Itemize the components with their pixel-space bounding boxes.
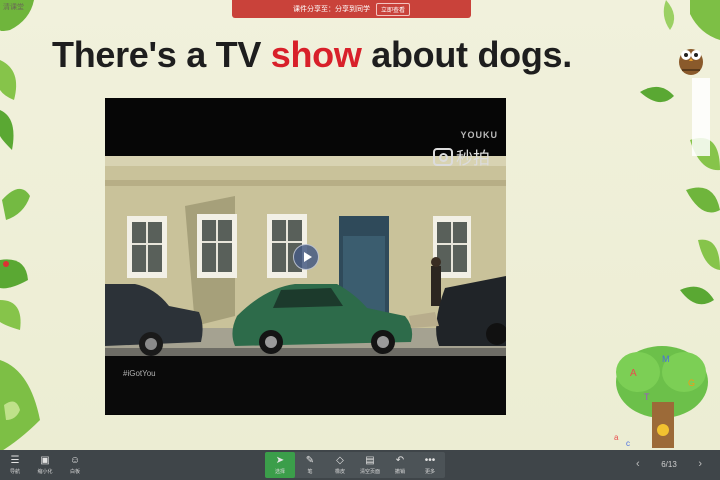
title-highlight: show <box>270 34 362 75</box>
video-player[interactable]: YOUKU 秒拍 #iGotYou <box>105 98 506 415</box>
camera-icon <box>433 147 453 166</box>
minimize-button-label: 缩小化 <box>37 468 53 475</box>
eraser-icon: ◇ <box>336 454 344 466</box>
miaopai-text: 秒拍 <box>456 149 490 168</box>
chevron-right-icon[interactable]: › <box>698 458 702 470</box>
svg-text:G: G <box>688 378 695 388</box>
owl-icon <box>679 49 703 75</box>
svg-text:T: T <box>644 392 650 402</box>
slide-title: There's a TV show about dogs. <box>52 34 572 76</box>
svg-text:M: M <box>662 354 670 364</box>
toolbar-center-group: ➤ 选择 ✎ 笔 ◇ 橡皮 ▤ 清空页面 ↶ 撤销 ••• 更多 <box>265 452 445 478</box>
whiteboard-button[interactable]: ☺ 白板 <box>60 452 90 478</box>
view-now-button[interactable]: 立即查看 <box>375 2 410 16</box>
menu-icon: ☰ <box>10 454 20 466</box>
minimize-button[interactable]: ▣ 缩小化 <box>30 452 60 478</box>
trash-icon: ▤ <box>365 454 375 466</box>
more-icon: ••• <box>424 454 436 466</box>
chevron-left-icon[interactable]: ‹ <box>636 458 640 470</box>
select-tool-label: 选择 <box>274 468 285 475</box>
more-button[interactable]: ••• 更多 <box>415 452 445 478</box>
pen-icon: ✎ <box>305 454 315 466</box>
title-suffix: about dogs. <box>361 34 572 75</box>
miaopai-watermark: 秒拍 <box>433 144 490 169</box>
leaf-decoration-left-icon <box>0 0 40 452</box>
window-corner-label: 清课堂 <box>3 4 24 11</box>
screen-icon: ▣ <box>40 454 50 466</box>
select-tool-button[interactable]: ➤ 选择 <box>265 452 295 478</box>
svg-text:a: a <box>614 433 619 442</box>
video-hashtag: #iGotYou <box>123 369 156 378</box>
clear-page-button[interactable]: ▤ 清空页面 <box>355 452 385 478</box>
svg-text:A: A <box>630 368 637 379</box>
pen-tool-button[interactable]: ✎ 笔 <box>295 452 325 478</box>
tree-illustration-icon: A M G T a c <box>614 346 708 448</box>
face-icon: ☺ <box>69 454 81 466</box>
undo-icon: ↶ <box>395 454 405 466</box>
page-navigator: ‹ 6/13 › <box>630 453 708 475</box>
clear-page-label: 清空页面 <box>359 468 380 475</box>
pen-tool-label: 笔 <box>307 468 313 475</box>
toolbar-left-group: ☰ 导航 ▣ 缩小化 ☺ 白板 <box>0 452 90 478</box>
more-label: 更多 <box>424 468 435 475</box>
title-prefix: There's a TV <box>52 34 271 75</box>
undo-button[interactable]: ↶ 撤销 <box>385 452 415 478</box>
whiteboard-button-label: 白板 <box>69 468 80 475</box>
nav-button-label: 导航 <box>9 468 20 475</box>
nav-button[interactable]: ☰ 导航 <box>0 452 30 478</box>
eraser-tool-button[interactable]: ◇ 橡皮 <box>325 452 355 478</box>
share-banner: 课件分享至：分享到同学 立即查看 <box>232 0 471 18</box>
eraser-tool-label: 橡皮 <box>334 468 345 475</box>
slide-canvas: 课件分享至：分享到同学 立即查看 清课堂 There's a TV show a… <box>0 0 720 452</box>
youku-watermark: YOUKU <box>460 130 498 140</box>
page-counter: 6/13 <box>661 459 677 469</box>
share-banner-text: 课件分享至：分享到同学 <box>292 6 370 13</box>
cursor-icon: ➤ <box>275 454 285 466</box>
side-panel-tab[interactable] <box>692 78 710 156</box>
video-frame-street-scene <box>105 156 506 414</box>
play-icon[interactable] <box>293 244 319 270</box>
undo-label: 撤销 <box>394 468 405 475</box>
